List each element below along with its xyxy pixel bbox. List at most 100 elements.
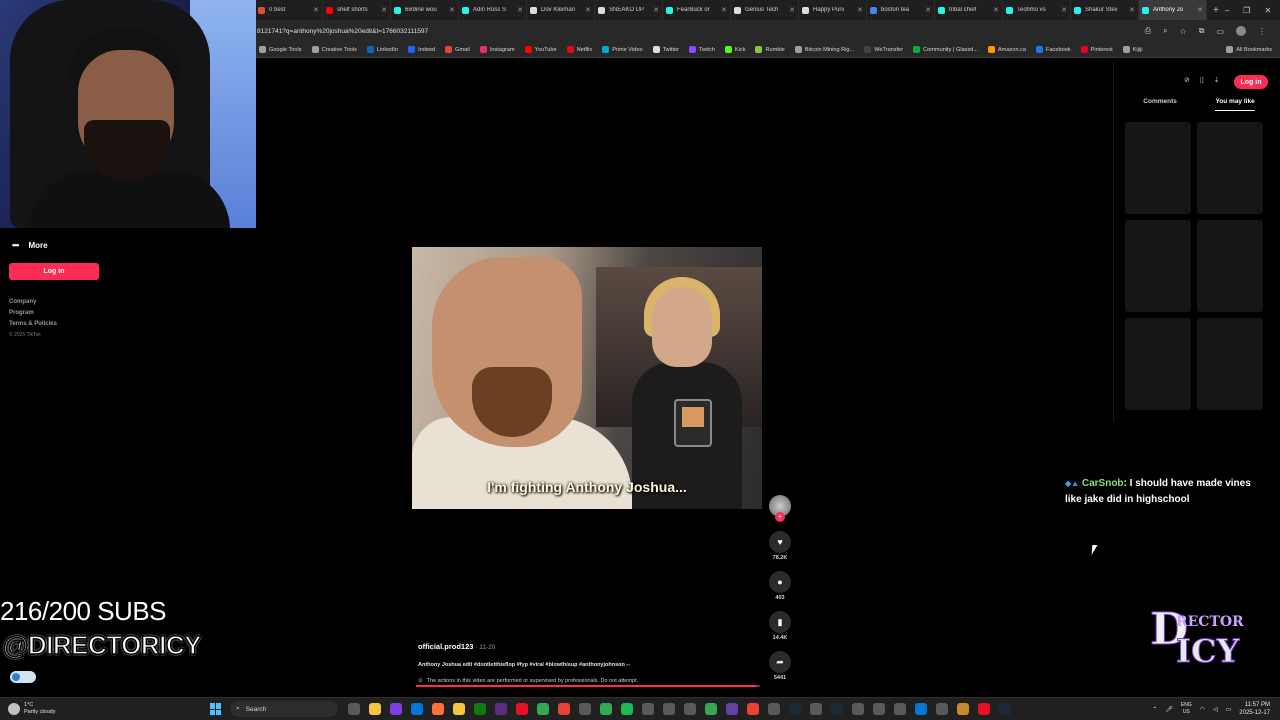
browser-tab[interactable]: tribal chief ✕	[935, 0, 1003, 20]
taskbar-app-icon[interactable]	[789, 703, 801, 715]
bookmark-item[interactable]: LinkedIn	[366, 46, 398, 53]
taskbar-app-icon[interactable]	[810, 703, 822, 715]
taskbar-app-icon[interactable]	[558, 703, 570, 715]
bookmark-item[interactable]: Pinterest	[1080, 46, 1113, 53]
taskbar-app-icon[interactable]	[663, 703, 675, 715]
browser-menu-icon[interactable]: ⋮	[1258, 27, 1266, 36]
bookmark-item[interactable]: Gmail	[445, 46, 470, 53]
profile-avatar[interactable]	[1236, 26, 1246, 36]
follow-plus-icon[interactable]: +	[775, 512, 785, 522]
taskbar-app-icon[interactable]	[684, 703, 696, 715]
taskbar-app-icon[interactable]	[390, 703, 402, 715]
comment-action[interactable]: ● 403	[769, 571, 791, 601]
tab-comments[interactable]: Comments	[1143, 98, 1177, 111]
bookmark-item[interactable]: Kijiji	[1122, 46, 1143, 53]
weather-widget[interactable]: 1°C Partly cloudy	[0, 702, 210, 716]
bookmark-item[interactable]: Instagram	[479, 46, 515, 53]
footer-link-terms[interactable]: Terms & Policies	[9, 321, 57, 327]
recommendation-thumbnail[interactable]	[1125, 220, 1191, 312]
taskbar-app-icon[interactable]	[495, 703, 507, 715]
bookmark-item[interactable]: Netflix	[566, 46, 592, 53]
bookmark-item[interactable]: Kick	[724, 46, 745, 53]
browser-tab[interactable]: Dov Kleiman ✕	[527, 0, 595, 20]
windows-start-icon[interactable]	[210, 703, 222, 715]
share-action[interactable]: ➦ 5441	[769, 651, 791, 681]
bookmark-item[interactable]: Twitter	[652, 46, 679, 53]
taskbar-app-icon[interactable]	[747, 703, 759, 715]
heart-icon[interactable]: ♥	[769, 531, 791, 553]
taskbar-app-icon[interactable]	[936, 703, 948, 715]
wifi-icon[interactable]: ◠	[1200, 706, 1205, 713]
bookmark-icon[interactable]: ▮	[769, 611, 791, 633]
taskbar-app-icon[interactable]	[600, 703, 612, 715]
bookmark-item[interactable]: YouTube	[524, 46, 557, 53]
taskbar-app-icon[interactable]	[705, 703, 717, 715]
recommendation-thumbnail[interactable]	[1125, 122, 1191, 214]
download-icon[interactable]: ⇣	[1214, 76, 1220, 84]
bookmark-item[interactable]: Prime Video	[602, 46, 643, 53]
close-tab-icon[interactable]: ✕	[381, 6, 387, 14]
close-tab-icon[interactable]: ✕	[585, 6, 591, 14]
close-tab-icon[interactable]: ✕	[517, 6, 523, 14]
all-bookmarks-button[interactable]: All Bookmarks	[1226, 46, 1280, 53]
footer-link-program[interactable]: Program	[9, 310, 57, 316]
bookmark-item[interactable]: Creative Tools	[311, 46, 357, 53]
taskbar-app-icon[interactable]	[411, 703, 423, 715]
taskbar-app-icon[interactable]	[369, 703, 381, 715]
taskbar-app-icon[interactable]	[768, 703, 780, 715]
language-indicator[interactable]: ENG US	[1181, 702, 1192, 716]
bookmark-item[interactable]: Google Tools	[259, 46, 302, 53]
close-tab-icon[interactable]: ✕	[1197, 6, 1203, 14]
browser-tab[interactable]: 0 best ✕	[255, 0, 323, 20]
recommendation-thumbnail[interactable]	[1197, 220, 1263, 312]
taskbar-app-icon[interactable]	[915, 703, 927, 715]
browser-tab[interactable]: Happy Puni ✕	[799, 0, 867, 20]
taskbar-app-icon[interactable]	[348, 703, 360, 715]
recommendation-thumbnail[interactable]	[1125, 318, 1191, 410]
creator-avatar[interactable]: +	[769, 495, 791, 522]
taskbar-app-icon[interactable]	[999, 703, 1011, 715]
sidebar-login-button[interactable]: Log in	[9, 263, 99, 280]
recommendation-thumbnail[interactable]	[1197, 318, 1263, 410]
bookmark-item[interactable]: Community | Glassd...	[913, 46, 978, 53]
tab-you-may-like[interactable]: You may like	[1215, 98, 1255, 111]
taskbar-search[interactable]: ⌕ Search	[230, 701, 338, 717]
recommendation-thumbnail[interactable]	[1197, 122, 1263, 214]
taskbar-app-icon[interactable]	[831, 703, 843, 715]
share-icon[interactable]: ➦	[769, 651, 791, 673]
browser-tab[interactable]: shelf shorts ✕	[323, 0, 391, 20]
taskbar-app-icon[interactable]	[474, 703, 486, 715]
taskbar-app-icon[interactable]	[894, 703, 906, 715]
bookmark-star-icon[interactable]: ☆	[1180, 27, 1187, 36]
taskbar-app-icon[interactable]	[621, 703, 633, 715]
bookmark-item[interactable]: Indeed	[408, 46, 435, 53]
taskbar-app-icon[interactable]	[726, 703, 738, 715]
close-tab-icon[interactable]: ✕	[925, 6, 931, 14]
extensions-icon[interactable]: ⧉	[1199, 26, 1205, 36]
bookmark-item[interactable]: Twitch	[689, 46, 715, 53]
browser-tab[interactable]: SNEAKO UP ✕	[595, 0, 663, 20]
like-action[interactable]: ♥ 78.2K	[769, 531, 791, 561]
bookmark-item[interactable]: Facebook	[1036, 46, 1071, 53]
minimize-button[interactable]: –	[1225, 6, 1229, 15]
maximize-button[interactable]: ❐	[1243, 6, 1250, 15]
zoom-icon[interactable]: ⌕	[1163, 26, 1167, 36]
browser-tab[interactable]: boston tea ✕	[867, 0, 935, 20]
browser-tab[interactable]: Anthony Jo ✕	[1139, 0, 1207, 20]
taskbar-app-icon[interactable]	[957, 703, 969, 715]
taskbar-app-icon[interactable]	[642, 703, 654, 715]
battery-icon[interactable]: ▭	[1226, 706, 1232, 713]
header-login-button[interactable]: Log in	[1234, 75, 1268, 89]
browser-tab[interactable]: Teofimo vs ✕	[1003, 0, 1071, 20]
close-tab-icon[interactable]: ✕	[857, 6, 863, 14]
close-window-button[interactable]: ✕	[1264, 6, 1271, 15]
footer-link-company[interactable]: Company	[9, 299, 57, 305]
taskbar-app-icon[interactable]	[978, 703, 990, 715]
close-tab-icon[interactable]: ✕	[653, 6, 659, 14]
sidebar-icon[interactable]: ▭	[1216, 27, 1224, 36]
taskbar-app-icon[interactable]	[432, 703, 444, 715]
bookmark-item[interactable]: WeTransfer	[864, 46, 903, 53]
comment-icon[interactable]: ●	[769, 571, 791, 593]
save-action[interactable]: ▮ 14.4K	[769, 611, 791, 641]
author-name[interactable]: official.prod123	[418, 642, 473, 651]
